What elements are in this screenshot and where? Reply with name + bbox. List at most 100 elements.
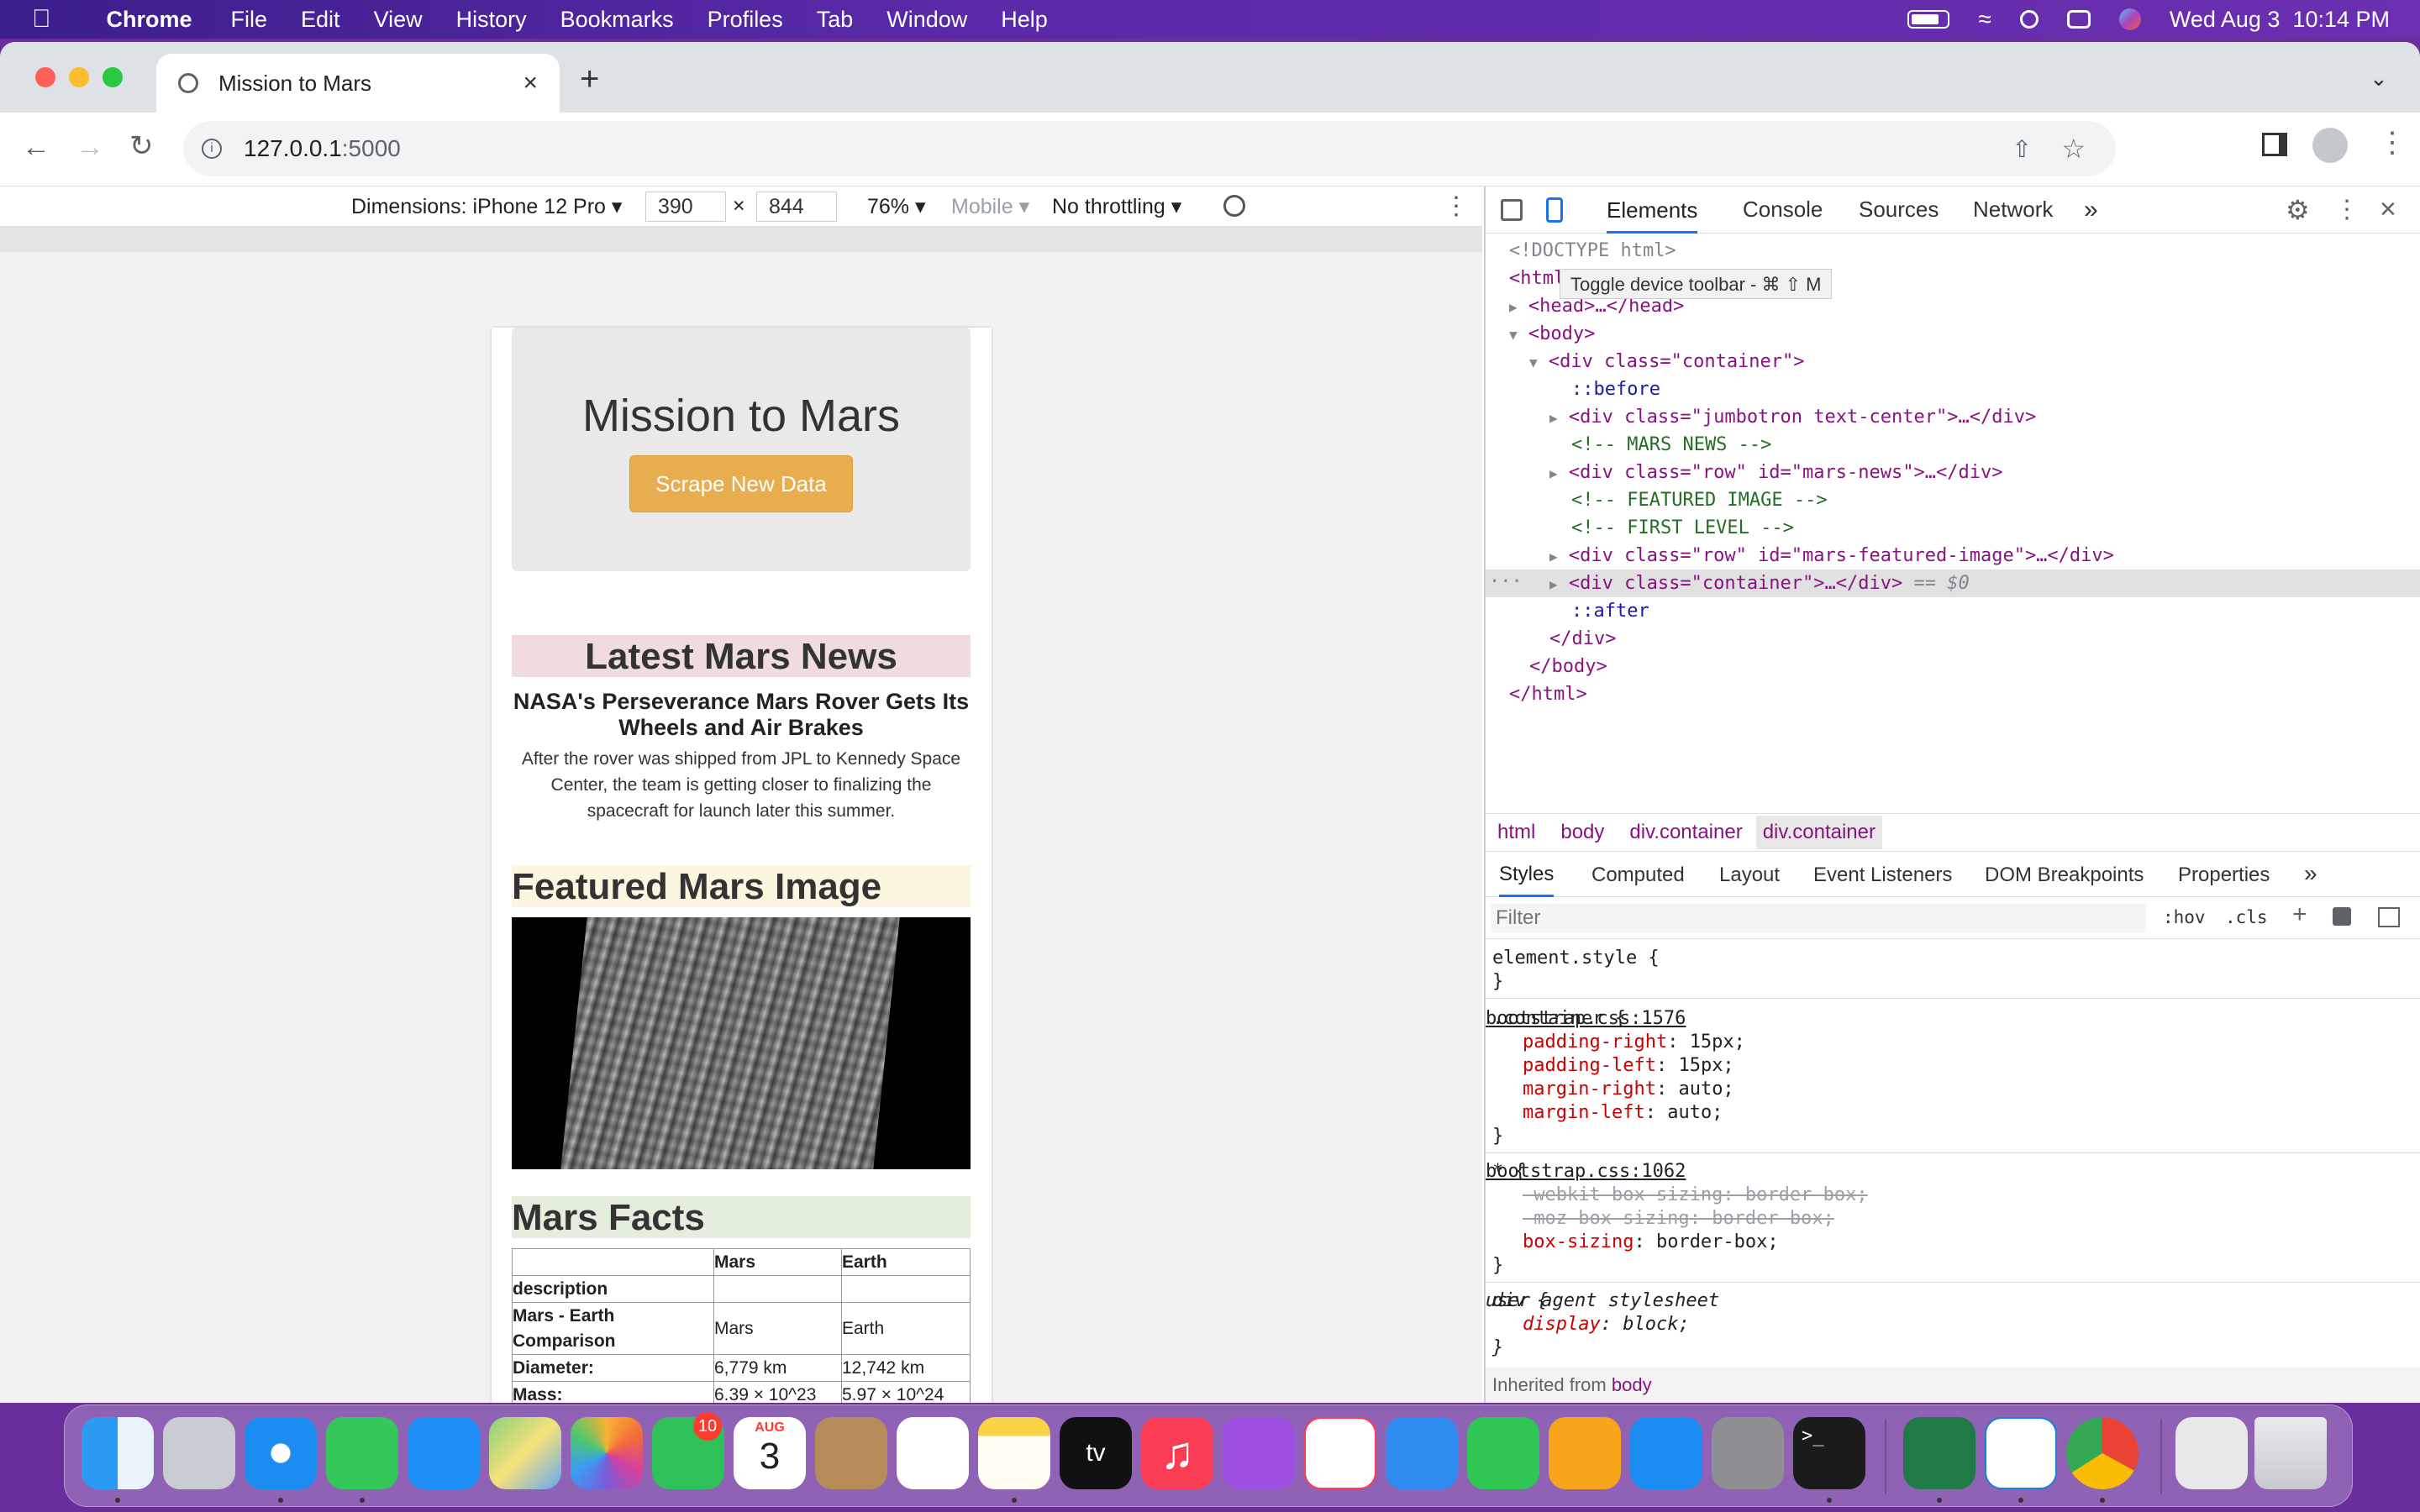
safari-icon[interactable] [245, 1417, 317, 1489]
profile-avatar[interactable] [2312, 128, 2348, 163]
prop-margin-left[interactable]: margin-left: auto; [1523, 1099, 1723, 1126]
minimize-window-button[interactable] [69, 67, 89, 87]
trash-icon[interactable] [2254, 1417, 2327, 1489]
device-width-input[interactable]: 390 [645, 192, 726, 222]
music-icon[interactable]: ♫ [1141, 1417, 1213, 1489]
dom-div-close[interactable]: </div> [1549, 625, 1616, 653]
more-tabs-icon[interactable]: » [2084, 196, 2098, 224]
reminders-icon[interactable] [897, 1417, 969, 1489]
search-icon[interactable] [2019, 10, 2039, 29]
device-toolbar-icon[interactable] [1546, 197, 1563, 223]
prop-box-sizing[interactable]: box-sizing: border-box; [1523, 1228, 1779, 1256]
prop-value[interactable]: border-box; [1656, 1231, 1779, 1252]
menu-bookmarks[interactable]: Bookmarks [560, 7, 674, 33]
breadcrumb-html[interactable]: html [1497, 821, 1535, 844]
subtab-dom-breakpoints[interactable]: DOM Breakpoints [1985, 864, 2144, 887]
share-icon[interactable]: ⇧ [2012, 135, 2032, 163]
zoom-select[interactable]: 76% ▾ [867, 194, 926, 219]
new-tab-button[interactable]: + [580, 62, 599, 96]
prop-value[interactable]: block; [1623, 1314, 1689, 1335]
keynote-icon[interactable] [1386, 1417, 1458, 1489]
zoom-window-button[interactable] [103, 67, 123, 87]
messages-icon[interactable] [326, 1417, 398, 1489]
tab-search-chevron-icon[interactable]: ⌄ [2370, 66, 2388, 92]
tab-mission-to-mars[interactable]: Mission to Mars × [156, 54, 560, 113]
vscode-icon[interactable] [1985, 1417, 2057, 1489]
pages-icon[interactable] [1549, 1417, 1621, 1489]
bookmark-star-icon[interactable]: ☆ [2061, 133, 2086, 165]
breadcrumb-div-container[interactable]: div.container [1629, 821, 1742, 844]
dom-comment-news[interactable]: <!-- MARS NEWS --> [1571, 431, 1771, 459]
chrome-icon[interactable] [2066, 1417, 2139, 1489]
menu-clock[interactable]: Wed Aug 3 10:14 PM [2170, 7, 2390, 33]
toggle-sidebar-icon[interactable] [2378, 907, 2400, 927]
info-icon[interactable]: i [202, 139, 222, 159]
tab-network[interactable]: Network [1973, 197, 2053, 223]
rule-element-style[interactable]: element.style { [1492, 944, 1660, 972]
dom-container-selected[interactable]: ▶ <div class="container">…</div> == $0 [1549, 570, 1970, 597]
forward-arrow-icon[interactable]: → [76, 131, 104, 164]
dom-comment-first-level[interactable]: <!-- FIRST LEVEL --> [1571, 514, 1794, 542]
menu-window[interactable]: Window [886, 7, 967, 33]
prop-display[interactable]: display: block; [1523, 1310, 1690, 1338]
media-query-ruler[interactable] [0, 227, 1482, 252]
dom-row-menu-icon[interactable]: ··· [1489, 568, 1523, 596]
device-type-select[interactable]: Mobile ▾ [951, 194, 1029, 219]
prop-value[interactable]: auto; [1678, 1079, 1733, 1100]
notes-icon[interactable] [978, 1417, 1050, 1489]
new-rule-icon[interactable]: + [2292, 900, 2307, 929]
maps-icon[interactable] [489, 1417, 561, 1489]
featured-mars-image[interactable] [512, 917, 971, 1169]
terminal-icon[interactable]: >_ [1793, 1417, 1865, 1489]
breadcrumb-body[interactable]: body [1560, 821, 1604, 844]
numbers-icon[interactable] [1467, 1417, 1539, 1489]
dom-featured-image[interactable]: ▶ <div class="row" id="mars-featured-ima… [1549, 542, 2114, 570]
paint-icon[interactable] [2333, 907, 2351, 926]
styles-filter-input[interactable] [1491, 904, 2146, 932]
dom-before[interactable]: ::before [1571, 375, 1660, 403]
siri-icon[interactable] [2118, 8, 2141, 30]
dom-container-open[interactable]: ▼ <div class="container"> [1529, 348, 1805, 375]
inspect-element-icon[interactable] [1501, 198, 1523, 221]
menu-view[interactable]: View [374, 7, 423, 33]
calendar-icon[interactable]: AUG 3 [734, 1417, 806, 1489]
dom-after[interactable]: ::after [1571, 597, 1649, 625]
device-toolbar-more-icon[interactable]: ⋮ [1444, 192, 1469, 221]
subtab-properties[interactable]: Properties [2178, 864, 2270, 887]
dom-body-close[interactable]: </body> [1529, 653, 1607, 680]
menu-history[interactable]: History [456, 7, 527, 33]
subtab-computed[interactable]: Computed [1591, 864, 1685, 887]
cls-toggle[interactable]: .cls [2225, 907, 2268, 927]
excel-icon[interactable] [1903, 1417, 1975, 1489]
tab-elements[interactable]: Elements [1607, 186, 1698, 234]
launchpad-icon[interactable] [163, 1417, 235, 1489]
inherited-from-link[interactable]: body [1612, 1374, 1652, 1395]
apple-tv-icon[interactable]: tv [1060, 1417, 1132, 1489]
side-panel-icon[interactable] [2262, 133, 2287, 156]
wifi-icon[interactable]: ≈ [1978, 6, 1991, 33]
dom-mars-news[interactable]: ▶ <div class="row" id="mars-news">…</div… [1549, 459, 2002, 486]
contacts-icon[interactable] [815, 1417, 887, 1489]
scrape-new-data-button[interactable]: Scrape New Data [629, 455, 853, 512]
prop-value[interactable]: 15px; [1678, 1055, 1733, 1076]
tab-sources[interactable]: Sources [1859, 197, 1939, 223]
downloads-stack-icon[interactable] [2175, 1417, 2248, 1489]
breadcrumb-div-container-selected[interactable]: div.container [1755, 816, 1882, 849]
close-window-button[interactable] [35, 67, 55, 87]
subtab-layout[interactable]: Layout [1719, 864, 1780, 887]
dom-html-close[interactable]: </html> [1509, 680, 1587, 708]
menu-profiles[interactable]: Profiles [708, 7, 783, 33]
news-icon[interactable] [1304, 1417, 1376, 1489]
menu-file[interactable]: File [231, 7, 268, 33]
system-preferences-icon[interactable] [1712, 1417, 1784, 1489]
dom-body-open[interactable]: ▼ <body> [1509, 320, 1595, 348]
podcasts-icon[interactable] [1223, 1417, 1295, 1489]
close-tab-icon[interactable]: × [523, 69, 538, 97]
device-height-input[interactable]: 844 [756, 192, 837, 222]
throttling-select[interactable]: No throttling ▾ [1052, 194, 1181, 219]
tab-console[interactable]: Console [1743, 197, 1823, 223]
dom-comment-featured[interactable]: <!-- FEATURED IMAGE --> [1571, 486, 1828, 514]
control-center-icon[interactable] [2066, 10, 2091, 29]
menu-edit[interactable]: Edit [301, 7, 340, 33]
app-store-icon[interactable] [1630, 1417, 1702, 1489]
